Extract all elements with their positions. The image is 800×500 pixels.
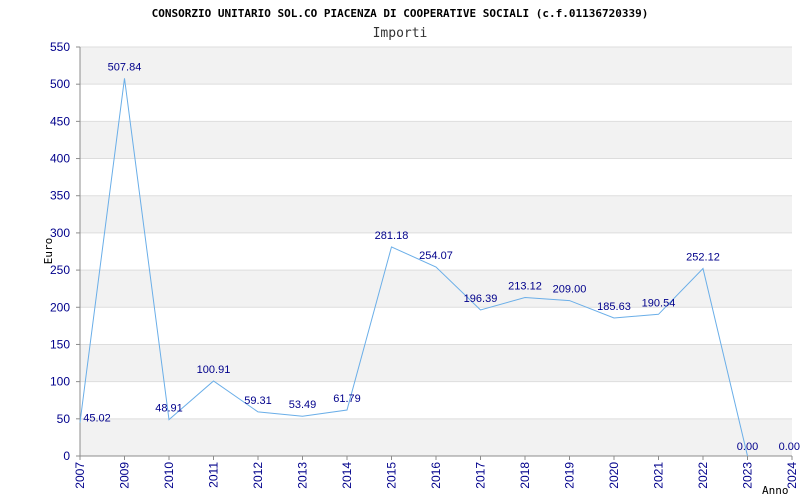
y-axis-label: Euro (42, 238, 55, 265)
x-tick-label: 2010 (162, 462, 176, 489)
data-label: 100.91 (197, 364, 231, 376)
data-label: 213.12 (508, 281, 542, 293)
chart-subtitle: Importi (373, 26, 428, 41)
data-label: 0.00 (737, 441, 758, 453)
y-tick-label: 500 (50, 77, 70, 91)
x-tick-label: 2014 (340, 462, 354, 489)
data-label: 59.31 (244, 395, 272, 407)
x-tick-label: 2009 (118, 462, 132, 489)
data-label: 252.12 (686, 252, 720, 264)
y-tick-label: 350 (50, 189, 70, 203)
data-label: 0.00 (779, 441, 800, 453)
data-label: 281.18 (375, 230, 409, 242)
x-tick-label: 2017 (474, 462, 488, 489)
x-tick-label: 2016 (429, 462, 443, 489)
y-tick-label: 450 (50, 114, 70, 128)
x-tick-label: 2013 (296, 462, 310, 489)
data-label: 53.49 (289, 399, 317, 411)
background-band (80, 195, 792, 233)
x-tick-label: 2020 (607, 462, 621, 489)
background-band (80, 418, 792, 456)
y-tick-label: 200 (50, 300, 70, 314)
x-tick-label: 2007 (73, 462, 87, 489)
chart-title: CONSORZIO UNITARIO SOL.CO PIACENZA DI CO… (152, 7, 649, 20)
x-tick-label: 2015 (385, 462, 399, 489)
data-label: 196.39 (464, 293, 498, 305)
line-chart: 050100150200250300350400450500550 2007 20… (42, 7, 800, 497)
y-tick-label: 550 (50, 40, 70, 54)
y-tick-label: 100 (50, 375, 70, 389)
data-label: 507.84 (108, 61, 142, 73)
x-tick-label: 2021 (652, 462, 666, 489)
y-tick-label: 400 (50, 152, 70, 166)
background-band (80, 47, 792, 85)
data-label: 61.79 (333, 393, 361, 405)
data-label: 48.91 (155, 403, 183, 415)
x-tick-labels: 2007 2009 2010 2011 2012 2013 2014 2015 2016 2017… (73, 456, 799, 489)
x-tick-label: 2023 (741, 462, 755, 489)
x-tick-label: 2018 (518, 462, 532, 489)
data-label: 185.63 (597, 301, 631, 313)
background-band (80, 270, 792, 308)
x-axis-label: Anno (762, 484, 789, 497)
x-tick-label: 2011 (207, 462, 221, 488)
x-tick-label: 2019 (563, 462, 577, 489)
data-label: 190.54 (642, 297, 676, 309)
y-tick-label: 150 (50, 337, 70, 351)
x-tick-label: 2012 (251, 462, 265, 489)
data-label: 45.02 (83, 413, 111, 425)
background-band (80, 121, 792, 159)
data-labels: 45.02 507.84 48.91 100.91 59.31 53.49 61.79 281… (83, 61, 800, 453)
data-label: 254.07 (419, 250, 453, 262)
x-tick-label: 2022 (696, 462, 710, 489)
y-tick-label: 0 (63, 449, 70, 463)
data-label: 209.00 (553, 284, 587, 296)
y-tick-label: 50 (57, 412, 71, 426)
background-band (80, 344, 792, 382)
